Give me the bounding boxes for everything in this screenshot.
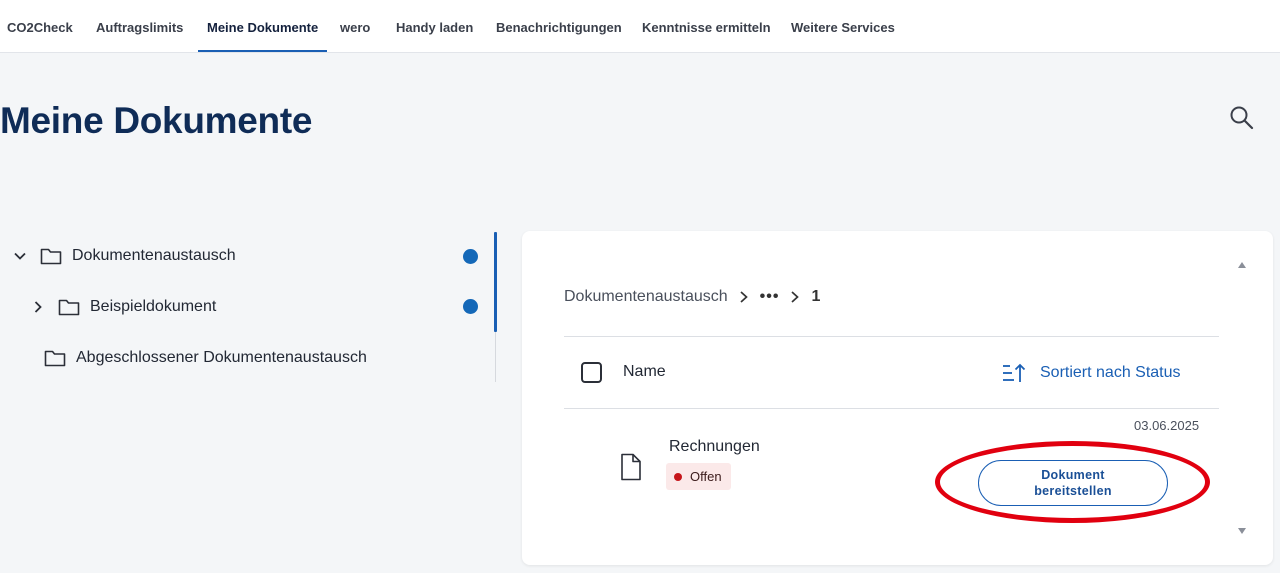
chevron-down-icon[interactable]	[12, 248, 28, 264]
tab-handy-laden[interactable]: Handy laden	[396, 0, 473, 53]
search-icon	[1230, 106, 1254, 130]
status-label: Offen	[690, 469, 722, 484]
document-icon	[621, 453, 641, 481]
sort-label: Sortiert nach Status	[1040, 364, 1181, 381]
document-panel: Dokumentenaustausch ••• 1 Name Sortiert …	[522, 231, 1273, 565]
search-button[interactable]	[1228, 104, 1256, 132]
button-label-line1: Dokument	[1041, 468, 1105, 482]
tree-item-label: Dokumentenaustausch	[72, 247, 236, 264]
tab-wero[interactable]: wero	[340, 0, 370, 53]
status-dot	[674, 472, 682, 481]
breadcrumb-root[interactable]: Dokumentenaustausch	[564, 288, 728, 306]
sort-ascending-icon	[1003, 363, 1026, 382]
tree-item-label: Beispieldokument	[90, 298, 217, 315]
status-badge: Offen	[666, 463, 731, 490]
tree-item-dokumentenaustausch[interactable]: Dokumentenaustausch	[12, 241, 236, 271]
tree-active-indicator	[494, 232, 497, 332]
folder-icon	[40, 248, 62, 265]
tab-kenntnisse-ermitteln[interactable]: Kenntnisse ermitteln	[642, 0, 771, 53]
tab-benachrichtigungen[interactable]: Benachrichtigungen	[496, 0, 622, 53]
divider	[564, 408, 1219, 409]
tab-co2check[interactable]: CO2Check	[7, 0, 73, 53]
breadcrumb: Dokumentenaustausch ••• 1	[564, 286, 820, 308]
chevron-right-icon	[740, 291, 748, 303]
dokument-bereitstellen-button[interactable]: Dokument bereitstellen	[978, 460, 1168, 506]
folder-icon	[44, 350, 66, 367]
document-date: 03.06.2025	[1134, 418, 1200, 433]
document-name[interactable]: Rechnungen	[669, 438, 760, 456]
sort-button[interactable]: Sortiert nach Status	[1002, 361, 1181, 385]
tree-item-label: Abgeschlossener Dokumentenaustausch	[76, 349, 367, 366]
column-header-name: Name	[623, 363, 666, 380]
chevron-right-icon	[791, 291, 800, 303]
select-all-checkbox[interactable]	[581, 362, 602, 383]
scroll-down-arrow-icon[interactable]	[1237, 527, 1247, 535]
tab-meine-dokumente[interactable]: Meine Dokumente	[197, 0, 328, 53]
scroll-up-arrow-icon[interactable]	[1237, 261, 1247, 269]
tab-auftragslimits[interactable]: Auftragslimits	[96, 0, 183, 53]
top-navigation: CO2Check Auftragslimits Meine Dokumente …	[0, 0, 1280, 53]
button-label-line2: bereitstellen	[1034, 484, 1112, 498]
folder-icon	[58, 299, 80, 316]
page-title: Meine Dokumente	[0, 100, 313, 141]
breadcrumb-ellipsis[interactable]: •••	[760, 288, 780, 306]
divider	[564, 336, 1219, 337]
tree-item-beispieldokument[interactable]: Beispieldokument	[30, 292, 216, 322]
unread-indicator-dot	[463, 249, 478, 264]
unread-indicator-dot	[463, 299, 478, 314]
tab-weitere-services[interactable]: Weitere Services	[791, 0, 895, 53]
chevron-right-icon[interactable]	[30, 299, 46, 315]
tree-item-abgeschlossener-dokumentenaustausch[interactable]: Abgeschlossener Dokumentenaustausch	[44, 343, 367, 373]
breadcrumb-current: 1	[811, 288, 821, 305]
